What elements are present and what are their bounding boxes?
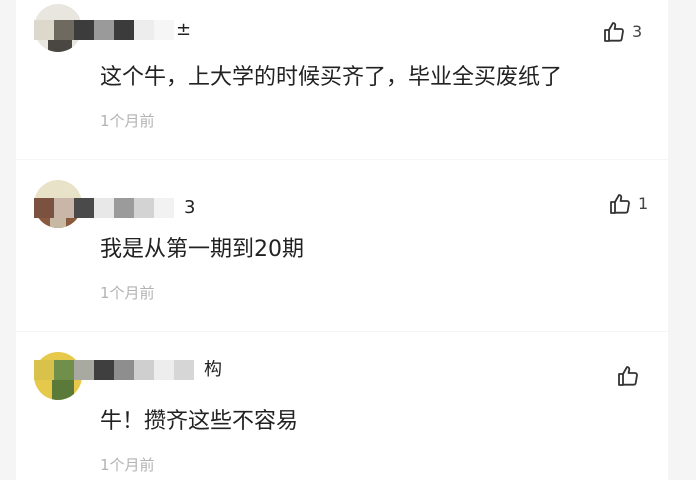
comment-item: 构 牛！攒齐这些不容易 1个月前	[16, 332, 668, 480]
username-tail: 构	[204, 360, 222, 380]
comment-timestamp: 1个月前	[100, 112, 155, 130]
like-button[interactable]: 3	[602, 20, 642, 44]
like-button[interactable]: 1	[608, 192, 648, 216]
comment-list: ± 这个牛，上大学的时候买齐了，毕业全买废纸了 1个月前 3 3 我是从第一期到…	[0, 0, 696, 480]
comment-text: 我是从第一期到20期	[100, 237, 304, 262]
thumbs-up-icon	[608, 192, 632, 216]
comment-item: ± 这个牛，上大学的时候买齐了，毕业全买废纸了 1个月前 3	[16, 0, 668, 159]
like-button[interactable]	[616, 364, 646, 388]
like-count: 3	[632, 22, 643, 41]
comment-text: 牛！攒齐这些不容易	[100, 409, 299, 434]
comment-item: 3 我是从第一期到20期 1个月前 1	[16, 160, 668, 331]
username[interactable]: 3	[34, 198, 204, 220]
comment-timestamp: 1个月前	[100, 284, 155, 302]
comment-text: 这个牛，上大学的时候买齐了，毕业全买废纸了	[100, 65, 563, 90]
thumbs-up-icon	[616, 364, 640, 388]
username-tail: 3	[184, 198, 196, 218]
comment-timestamp: 1个月前	[100, 456, 155, 474]
username[interactable]: ±	[34, 20, 194, 42]
thumbs-up-icon	[602, 20, 626, 44]
username[interactable]: 构	[34, 360, 224, 382]
like-count: 1	[638, 194, 649, 213]
username-tail: ±	[176, 20, 192, 40]
